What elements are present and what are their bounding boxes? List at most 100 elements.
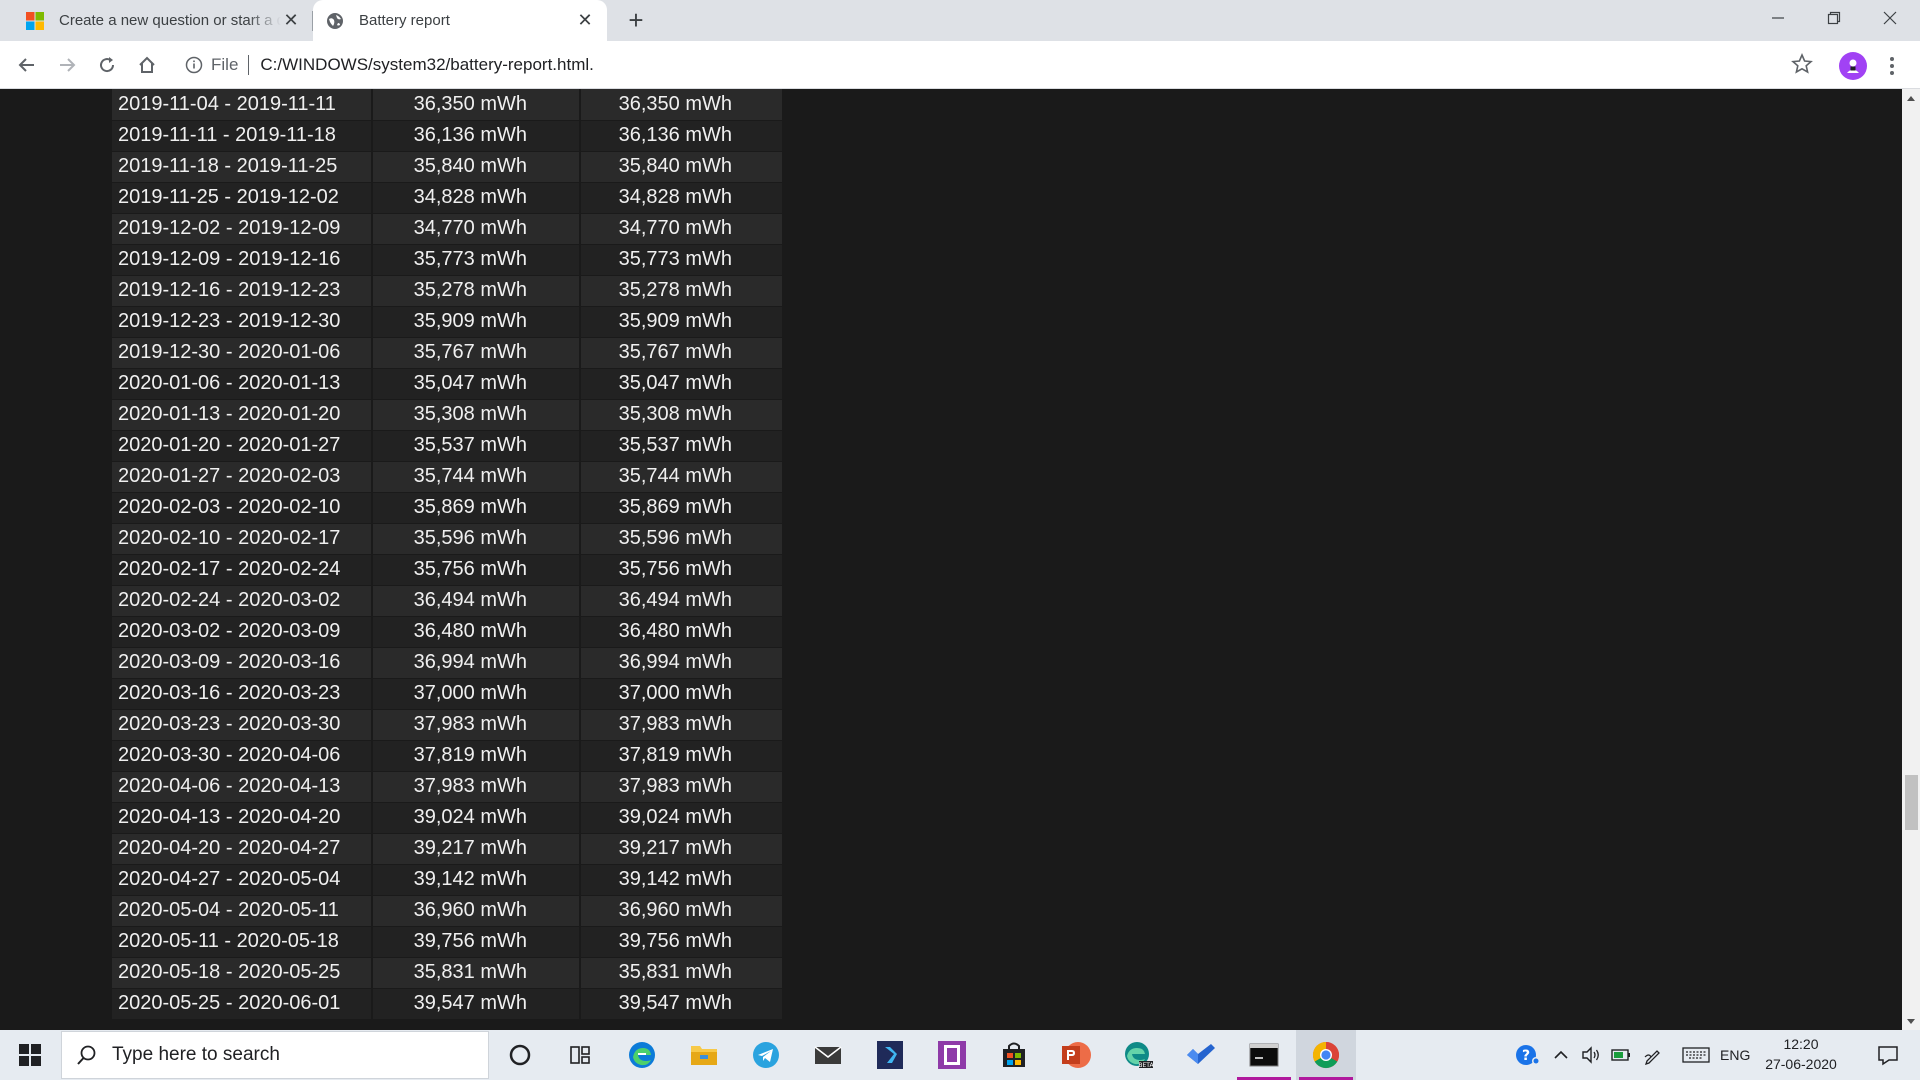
table-row: 2020-05-04 - 2020-05-11 36,960 mWh 36,960 … [112, 895, 782, 927]
table-row: 2020-04-20 - 2020-04-27 39,217 mWh 39,217 … [112, 833, 782, 865]
minimize-button[interactable] [1750, 0, 1806, 36]
full-charge-capacity-cell: 34,770 mWh [372, 213, 581, 245]
design-capacity-cell: 36,994 mWh [580, 647, 782, 679]
table-row: 2020-05-25 - 2020-06-01 39,547 mWh 39,547 … [112, 988, 782, 1020]
full-charge-capacity-cell: 39,024 mWh [372, 802, 581, 834]
onenote-button[interactable] [922, 1030, 982, 1080]
chevron-up-icon [1554, 1050, 1568, 1059]
edge-beta-button[interactable]: BETA [1108, 1030, 1168, 1080]
store-icon [1003, 1042, 1025, 1067]
taskbar-clock[interactable]: 12:20 27-06-2020 [1756, 1034, 1846, 1078]
arrow-left-icon [18, 58, 34, 72]
restore-button[interactable] [1806, 0, 1862, 36]
bookmark-star-icon[interactable] [1786, 52, 1818, 76]
full-charge-capacity-cell: 37,983 mWh [372, 709, 581, 741]
scroll-up-button[interactable] [1902, 89, 1920, 106]
command-prompt-button[interactable] [1234, 1030, 1294, 1080]
period-cell: 2020-03-16 - 2020-03-23 [112, 678, 373, 710]
minimize-icon [1772, 17, 1784, 19]
chrome-button[interactable] [1296, 1030, 1356, 1080]
task-view-button[interactable] [550, 1030, 610, 1080]
design-capacity-cell: 35,773 mWh [580, 244, 782, 276]
tab-battery-report[interactable]: Battery report ✕ [313, 0, 607, 41]
start-button[interactable] [0, 1030, 60, 1080]
table-row: 2019-11-11 - 2019-11-18 36,136 mWh 36,136 … [112, 120, 782, 152]
close-tab-icon[interactable]: ✕ [575, 10, 595, 31]
input-language-indicator[interactable]: ENG [1720, 1030, 1750, 1080]
todo-button[interactable] [1170, 1030, 1230, 1080]
period-cell: 2020-01-20 - 2020-01-27 [112, 430, 373, 462]
help-tray-button[interactable]: ? [1512, 1030, 1544, 1080]
file-explorer-icon [691, 1046, 717, 1065]
browser-menu-button[interactable] [1880, 50, 1904, 82]
tab-strip: Create a new question or start a discuss… [0, 0, 1920, 41]
design-capacity-cell: 39,756 mWh [580, 926, 782, 958]
period-cell: 2020-02-03 - 2020-02-10 [112, 492, 373, 524]
table-row: 2019-11-04 - 2019-11-11 36,350 mWh 36,350 … [112, 89, 782, 121]
pen-icon [1644, 1050, 1660, 1065]
browser-toolbar: File C:/WINDOWS/system32/battery-report.… [0, 41, 1920, 89]
address-bar[interactable]: File C:/WINDOWS/system32/battery-report.… [177, 47, 1807, 83]
volume-tray-button[interactable] [1578, 1030, 1604, 1080]
design-capacity-cell: 35,840 mWh [580, 151, 782, 183]
back-button[interactable] [11, 49, 43, 81]
close-window-button[interactable] [1862, 0, 1918, 36]
design-capacity-cell: 36,480 mWh [580, 616, 782, 648]
home-button[interactable] [131, 49, 163, 81]
period-cell: 2019-11-18 - 2019-11-25 [112, 151, 373, 183]
full-charge-capacity-cell: 36,994 mWh [372, 647, 581, 679]
period-cell: 2020-02-10 - 2020-02-17 [112, 523, 373, 555]
cortana-icon [509, 1044, 531, 1066]
design-capacity-cell: 35,756 mWh [580, 554, 782, 586]
keyboard-icon [1682, 1047, 1710, 1063]
table-row: 2020-03-09 - 2020-03-16 36,994 mWh 36,994 … [112, 647, 782, 679]
forward-button[interactable] [51, 49, 83, 81]
powerpoint-button[interactable] [1046, 1030, 1106, 1080]
design-capacity-cell: 35,308 mWh [580, 399, 782, 431]
onenote-icon [938, 1041, 966, 1069]
table-row: 2020-02-10 - 2020-02-17 35,596 mWh 35,596 … [112, 523, 782, 555]
period-cell: 2020-01-13 - 2020-01-20 [112, 399, 373, 431]
design-capacity-cell: 34,828 mWh [580, 182, 782, 214]
edge-button[interactable] [612, 1030, 672, 1080]
search-icon [77, 1045, 96, 1065]
profile-avatar[interactable] [1839, 52, 1867, 80]
store-button[interactable] [984, 1030, 1044, 1080]
file-explorer-button[interactable] [674, 1030, 734, 1080]
info-icon[interactable] [185, 56, 203, 74]
period-cell: 2019-12-30 - 2020-01-06 [112, 337, 373, 369]
todo-icon [1187, 1044, 1215, 1064]
scrollbar-thumb[interactable] [1905, 775, 1918, 830]
table-row: 2019-11-25 - 2019-12-02 34,828 mWh 34,828 … [112, 182, 782, 214]
svg-text:BETA: BETA [1138, 1062, 1154, 1069]
tab-create-question[interactable]: Create a new question or start a discuss… [13, 0, 313, 41]
full-charge-capacity-cell: 35,831 mWh [372, 957, 581, 989]
period-cell: 2020-05-18 - 2020-05-25 [112, 957, 373, 989]
scroll-down-button[interactable] [1902, 1013, 1920, 1030]
table-row: 2020-03-23 - 2020-03-30 37,983 mWh 37,983 … [112, 709, 782, 741]
visual-studio-button[interactable] [860, 1030, 920, 1080]
reload-button[interactable] [91, 49, 123, 81]
design-capacity-cell: 35,767 mWh [580, 337, 782, 369]
new-tab-button[interactable]: + [622, 5, 650, 35]
show-hidden-icons-button[interactable] [1548, 1030, 1574, 1080]
table-row: 2019-12-09 - 2019-12-16 35,773 mWh 35,773 … [112, 244, 782, 276]
battery-tray-button[interactable] [1608, 1030, 1634, 1080]
vertical-scrollbar[interactable] [1902, 89, 1920, 1030]
design-capacity-cell: 35,744 mWh [580, 461, 782, 493]
mail-button[interactable] [798, 1030, 858, 1080]
restore-icon [1827, 11, 1841, 25]
touch-keyboard-button[interactable] [1680, 1030, 1712, 1080]
telegram-button[interactable] [736, 1030, 796, 1080]
pen-tray-button[interactable] [1640, 1030, 1666, 1080]
full-charge-capacity-cell: 35,308 mWh [372, 399, 581, 431]
full-charge-capacity-cell: 37,819 mWh [372, 740, 581, 772]
table-row: 2020-01-06 - 2020-01-13 35,047 mWh 35,047 … [112, 368, 782, 400]
table-row: 2020-04-27 - 2020-05-04 39,142 mWh 39,142 … [112, 864, 782, 896]
action-center-button[interactable] [1864, 1030, 1912, 1080]
cortana-button[interactable] [490, 1030, 550, 1080]
close-tab-icon[interactable]: ✕ [281, 10, 301, 31]
full-charge-capacity-cell: 37,000 mWh [372, 678, 581, 710]
home-icon [139, 56, 155, 73]
taskbar-search-box[interactable]: Type here to search [61, 1031, 489, 1079]
